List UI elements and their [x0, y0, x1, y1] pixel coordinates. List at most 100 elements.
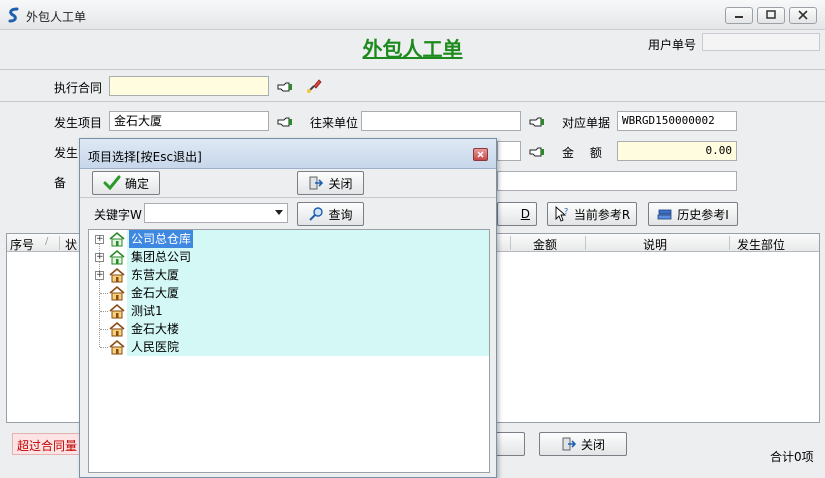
close-icon	[798, 10, 808, 20]
minimize-icon	[735, 16, 743, 18]
tree-guide-line	[100, 311, 108, 312]
maximize-icon	[766, 10, 776, 19]
row2-label: 发生	[54, 146, 79, 160]
divider	[0, 101, 825, 102]
keyword-combobox[interactable]	[144, 203, 288, 223]
total-count: 合计0项	[770, 450, 814, 464]
tree-item-label: 人民医院	[131, 340, 180, 354]
house-icon	[109, 267, 125, 283]
keyword-label: 关键字W	[94, 208, 142, 222]
window-title: 外包人工单	[26, 10, 87, 24]
grid-col-amount[interactable]: 金额	[533, 236, 557, 253]
checkmark-icon	[103, 175, 121, 191]
grid-col-location[interactable]: 发生部位	[737, 236, 785, 253]
tree-item[interactable]: 人民医院	[89, 338, 489, 356]
app-logo-icon	[8, 7, 19, 23]
project-label: 发生项目	[54, 116, 103, 130]
history-ref-label: 历史参考I	[677, 207, 729, 222]
tree-item[interactable]: 金石大楼	[89, 320, 489, 338]
col-divider	[59, 236, 60, 250]
maximize-button[interactable]	[757, 7, 785, 24]
dialog-close-button[interactable]: 关闭	[297, 171, 364, 195]
tree-item[interactable]: 金石大厦	[89, 284, 489, 302]
close-icon	[477, 151, 484, 158]
col-divider	[729, 236, 730, 250]
tree-item-label: 东营大厦	[131, 268, 180, 282]
house-green-icon	[109, 231, 125, 247]
footer-close-button[interactable]: 关闭	[539, 432, 627, 456]
history-ref-button[interactable]: 历史参考I	[648, 202, 738, 226]
window-titlebar	[0, 0, 825, 30]
contract-label: 执行合同	[54, 81, 103, 95]
tree-guide-line	[100, 293, 108, 294]
tree-item-label: 金石大楼	[131, 322, 180, 336]
close-window-button[interactable]	[789, 7, 817, 24]
house-icon	[109, 303, 125, 319]
partial-button[interactable]: D	[497, 202, 537, 226]
amount-label: 金 额	[562, 146, 602, 160]
tree-item-label: 公司总仓库	[129, 230, 194, 248]
grid-col-description[interactable]: 说明	[643, 236, 667, 253]
tree-guide-line	[100, 329, 108, 330]
tree-item[interactable]: + 集团总公司	[89, 248, 489, 266]
house-icon	[109, 285, 125, 301]
grid-col-index[interactable]: 序号	[10, 236, 34, 253]
user-no-field[interactable]	[702, 33, 820, 51]
footer-close-label: 关闭	[580, 437, 605, 452]
exit-door-icon	[562, 437, 577, 451]
help-cursor-icon: ?	[555, 206, 568, 222]
house-icon	[109, 321, 125, 337]
tree-expand-icon[interactable]: +	[95, 271, 104, 280]
amount-field[interactable]: 0.00	[617, 141, 737, 161]
col-divider	[585, 236, 586, 250]
tree-item-label: 测试1	[131, 304, 163, 318]
remark-label: 备	[54, 176, 67, 190]
tree-item-label: 集团总公司	[131, 250, 192, 264]
partial-button-label: D	[520, 207, 530, 221]
pick-hand-icon[interactable]	[529, 116, 545, 128]
grid-col-status[interactable]: 状	[65, 236, 77, 253]
dialog-close-x-button[interactable]	[473, 148, 488, 161]
svg-text:?: ?	[564, 207, 568, 216]
partner-label: 往来单位	[310, 116, 359, 130]
confirm-button[interactable]: 确定	[92, 171, 160, 195]
tree-item[interactable]: + 公司总仓库	[89, 230, 489, 248]
chevron-down-icon[interactable]	[275, 210, 283, 216]
current-ref-label: 当前参考R	[573, 207, 631, 222]
confirm-label: 确定	[124, 176, 149, 191]
house-icon	[109, 339, 125, 355]
hidden-field-right[interactable]	[497, 141, 521, 161]
ref-doc-label: 对应单据	[562, 116, 611, 130]
contract-field[interactable]	[109, 76, 269, 96]
remark-field[interactable]	[497, 171, 737, 191]
col-divider	[510, 236, 511, 250]
tree-expand-icon[interactable]: +	[95, 235, 104, 244]
tree-guide-line	[100, 347, 108, 348]
books-icon	[657, 209, 672, 220]
tree-item-label: 金石大厦	[131, 286, 180, 300]
query-label: 查询	[328, 207, 353, 222]
dialog-title: 项目选择[按Esc退出]	[88, 150, 202, 164]
pick-hand-icon[interactable]	[277, 81, 293, 93]
pick-hand-icon[interactable]	[529, 146, 545, 158]
tree-expand-icon[interactable]: +	[95, 253, 104, 262]
exit-door-icon	[310, 176, 324, 190]
over-contract-badge: 超过合同量	[12, 433, 82, 455]
search-icon	[309, 207, 324, 221]
house-green-icon	[109, 249, 125, 265]
sort-arrow-icon: /	[45, 236, 49, 247]
user-no-label: 用户单号	[648, 38, 697, 52]
partner-field[interactable]	[361, 111, 521, 131]
divider	[80, 197, 496, 198]
query-button[interactable]: 查询	[297, 202, 364, 226]
project-tree[interactable]: + 公司总仓库 + 集团总公司 + 东营大厦 金石大厦 测试1 金石大楼 人民医…	[88, 229, 490, 473]
current-ref-button[interactable]: ? 当前参考R	[547, 202, 637, 226]
tree-item[interactable]: 测试1	[89, 302, 489, 320]
project-field[interactable]: 金石大厦	[109, 111, 269, 131]
dialog-close-label: 关闭	[328, 176, 353, 191]
tree-item[interactable]: + 东营大厦	[89, 266, 489, 284]
clear-brush-icon[interactable]	[305, 77, 323, 95]
ref-doc-field[interactable]: WBRGD150000002	[617, 111, 737, 131]
minimize-button[interactable]	[725, 7, 753, 24]
pick-hand-icon[interactable]	[277, 116, 293, 128]
